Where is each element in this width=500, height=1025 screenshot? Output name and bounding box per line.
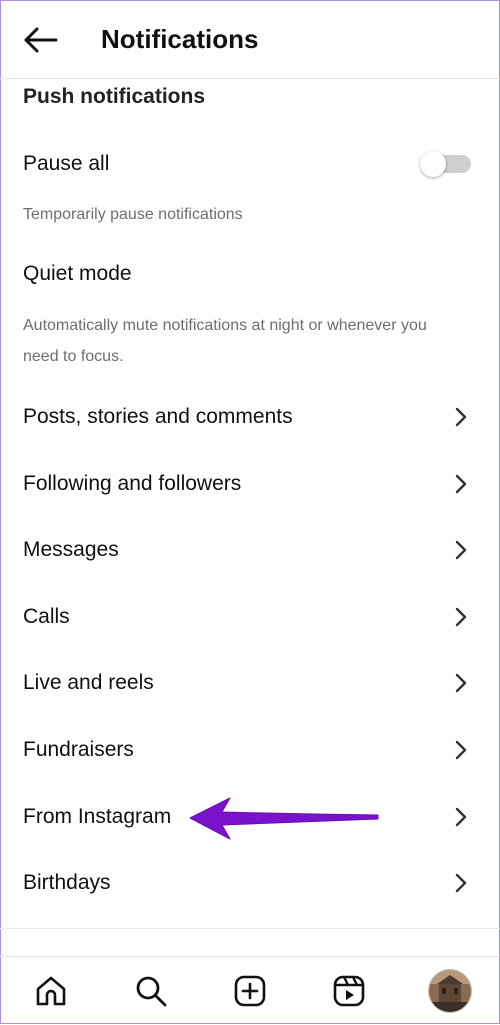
tab-home[interactable] — [29, 969, 73, 1013]
search-icon — [136, 976, 167, 1007]
chevron-right-icon — [455, 740, 467, 760]
pause-all-label: Pause all — [23, 152, 110, 175]
avatar-image — [429, 970, 471, 1012]
chevron-right-icon — [455, 607, 467, 626]
nav-item-live-reels[interactable]: Live and reels — [0, 651, 500, 718]
nav-item-posts-stories-comments[interactable]: Posts, stories and comments — [0, 385, 500, 452]
nav-item-messages[interactable]: Messages — [0, 518, 500, 585]
nav-item-label: Messages — [23, 538, 119, 562]
home-icon — [36, 976, 66, 1006]
nav-item-calls[interactable]: Calls — [0, 585, 500, 652]
nav-item-label: Birthdays — [23, 871, 111, 895]
app-header: Notifications — [0, 0, 500, 79]
chevron-right-icon — [455, 474, 467, 493]
nav-item-fundraisers[interactable]: Fundraisers — [0, 718, 500, 785]
annotation-arrow — [189, 797, 379, 840]
nav-item-label: Posts, stories and comments — [23, 405, 293, 428]
pause-all-row[interactable]: Pause all — [0, 140, 500, 190]
pause-all-helper: Temporarily pause notifications — [23, 206, 243, 223]
quiet-mode-label[interactable]: Quiet mode — [23, 260, 132, 288]
section-heading: Push notifications — [23, 85, 206, 108]
back-button[interactable] — [20, 22, 60, 58]
bottom-nav — [0, 956, 500, 1025]
nav-item-label: Calls — [23, 604, 70, 628]
chevron-right-icon — [455, 807, 467, 826]
tab-search[interactable] — [129, 969, 173, 1013]
create-icon — [234, 975, 266, 1007]
chevron-right-icon — [455, 540, 467, 560]
nav-item-label: Live and reels — [23, 671, 154, 695]
chevron-right-icon — [455, 407, 467, 427]
quiet-mode-helper-line2: need to focus. — [23, 348, 124, 365]
page-title: Notifications — [101, 24, 259, 54]
arrow-left-icon — [24, 27, 58, 53]
nav-item-birthdays[interactable]: Birthdays — [0, 851, 500, 918]
reels-icon — [333, 975, 365, 1007]
quiet-mode-helper-line1: Automatically mute notifications at nigh… — [23, 317, 427, 334]
divider — [0, 928, 500, 929]
nav-item-following-followers[interactable]: Following and followers — [0, 452, 500, 519]
tab-reels[interactable] — [327, 969, 371, 1013]
nav-item-label: From Instagram — [23, 804, 172, 828]
nav-item-label: Fundraisers — [23, 737, 134, 761]
tab-create[interactable] — [228, 969, 272, 1013]
pause-all-toggle[interactable] — [420, 151, 472, 177]
chevron-right-icon — [455, 873, 467, 893]
profile-avatar[interactable] — [428, 969, 472, 1013]
nav-item-label: Following and followers — [23, 471, 242, 495]
toggle-thumb — [420, 151, 446, 177]
chevron-right-icon — [455, 674, 467, 693]
